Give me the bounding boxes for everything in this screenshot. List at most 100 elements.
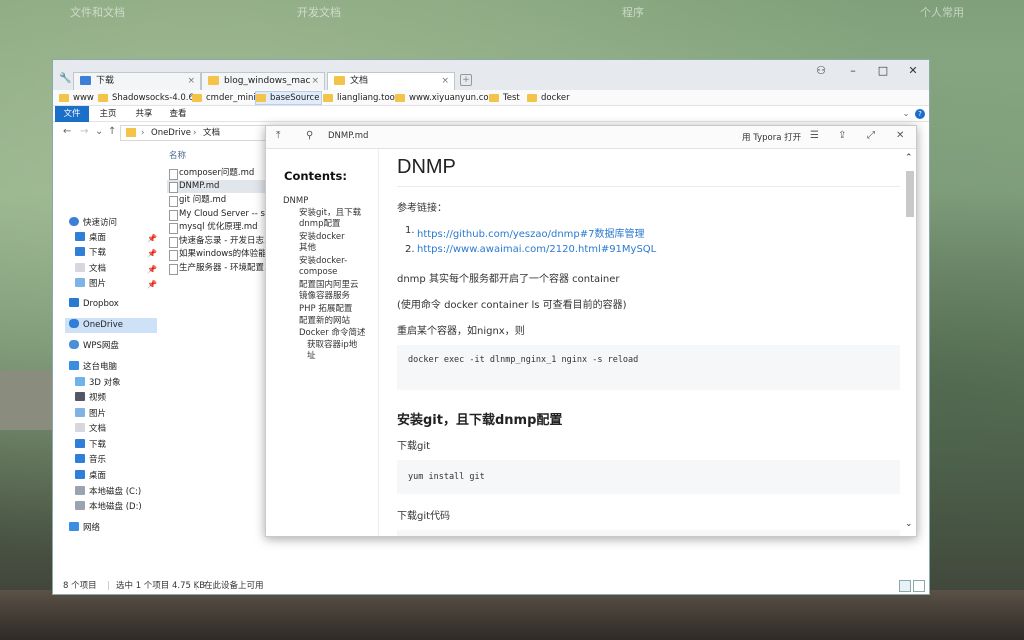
- folder-icon: [208, 76, 219, 85]
- nav-documents[interactable]: 文档 📌: [75, 262, 157, 277]
- nav-pictures-pc[interactable]: 图片: [75, 407, 106, 422]
- nav-music[interactable]: 音乐: [75, 453, 106, 468]
- bookmark-item[interactable]: docker: [527, 92, 570, 104]
- tiles-view-button[interactable]: [913, 580, 925, 592]
- code-block: docker exec -it dlnmp_nginx_1 nginx -s r…: [397, 345, 900, 390]
- new-tab-button[interactable]: +: [460, 74, 472, 86]
- pin-icon: 📌: [147, 234, 157, 243]
- ribbon-home[interactable]: 主页: [97, 106, 119, 122]
- chevron-down-icon[interactable]: ⌄: [905, 519, 913, 529]
- computer-icon: [69, 361, 79, 370]
- preview-filename: DNMP.md: [328, 131, 369, 141]
- bookmark-item[interactable]: liangliang.too: [323, 92, 395, 104]
- page-title: DNMP: [397, 156, 456, 178]
- toc-item[interactable]: DNMP: [283, 196, 363, 207]
- paragraph: 下载git: [397, 441, 431, 452]
- nav-onedrive[interactable]: OneDrive: [65, 318, 157, 333]
- column-name-header[interactable]: 名称: [169, 149, 186, 161]
- breadcrumb-docs[interactable]: 文档: [203, 126, 220, 140]
- breadcrumb-onedrive[interactable]: OneDrive: [151, 126, 191, 140]
- toc-item[interactable]: PHP 拓展配置: [299, 304, 379, 315]
- toc-item[interactable]: 安装git，且下载dnmp配置: [299, 208, 379, 230]
- forward-icon[interactable]: →: [80, 126, 88, 137]
- toc-item[interactable]: Docker 命令简述: [299, 328, 379, 339]
- folder-icon: [126, 128, 136, 137]
- expand-icon[interactable]: ⤢: [867, 130, 875, 141]
- open-with-typora-button[interactable]: 用 Typora 打开: [742, 131, 801, 143]
- list-icon[interactable]: ☰: [810, 130, 819, 141]
- chevron-down-icon[interactable]: ⌄: [901, 106, 911, 122]
- folder-icon: [59, 94, 69, 102]
- tab-downloads[interactable]: 下载 ×: [73, 72, 201, 90]
- scrollbar-thumb[interactable]: [906, 171, 914, 217]
- nav-dropbox[interactable]: Dropbox: [69, 297, 119, 312]
- back-icon[interactable]: ←: [63, 126, 71, 137]
- pin-icon[interactable]: ⚲: [306, 130, 313, 141]
- scrollbar[interactable]: ⌃ ⌄: [904, 149, 916, 536]
- drive-icon: [75, 501, 85, 510]
- address-bar[interactable]: › OneDrive › 文档: [120, 125, 280, 141]
- toc-item[interactable]: 安装docker-compose: [299, 256, 355, 278]
- maximize-button[interactable]: □: [869, 62, 897, 80]
- tab-docs[interactable]: 文档 ×: [327, 72, 455, 90]
- reference-link[interactable]: https://www.awaimai.com/2120.html#91MySQ…: [417, 244, 656, 255]
- close-icon[interactable]: ×: [187, 73, 195, 89]
- typora-preview-window: ⤒ ⚲ DNMP.md 用 Typora 打开 ☰ ⇪ ⤢ ✕ Contents…: [265, 125, 917, 537]
- toc-item[interactable]: 配置国内阿里云镜像容器服务: [299, 280, 365, 302]
- bookmark-item[interactable]: cmder_mini: [192, 92, 256, 104]
- user-icon[interactable]: ⚇: [807, 62, 835, 80]
- ribbon-view[interactable]: 查看: [167, 106, 189, 122]
- nav-desktop[interactable]: 桌面 📌: [75, 231, 157, 246]
- paragraph: dnmp 其实每个服务都开启了一个容器 container: [397, 274, 620, 285]
- nav-desktop-pc[interactable]: 桌面: [75, 469, 106, 484]
- nav-3d-objects[interactable]: 3D 对象: [75, 376, 121, 391]
- reference-link[interactable]: https://github.com/yeszao/dnmp#7数据库管理: [417, 225, 644, 240]
- pin-top-icon[interactable]: ⤒: [276, 130, 280, 141]
- bookmark-item[interactable]: Shadowsocks-4.0.6: [98, 92, 194, 104]
- toc-item[interactable]: 安装docker 其他: [299, 232, 351, 254]
- chevron-up-icon[interactable]: ⌃: [905, 153, 913, 163]
- code-block: yum install git: [397, 460, 900, 494]
- nav-this-pc[interactable]: 这台电脑: [69, 360, 117, 375]
- help-icon[interactable]: ?: [915, 109, 925, 119]
- nav-drive-c[interactable]: 本地磁盘 (C:): [75, 485, 141, 500]
- bookmark-item[interactable]: www.xiyuanyun.com: [395, 92, 497, 104]
- tab-blog[interactable]: blog_windows_mac ×: [201, 72, 325, 90]
- toc-item[interactable]: 配置新的网站: [299, 316, 379, 327]
- bookmark-item[interactable]: baseSource: [255, 91, 323, 105]
- picture-icon: [75, 408, 85, 417]
- desktop-label[interactable]: 文件和文档: [70, 4, 125, 20]
- wrench-icon[interactable]: 🔧: [59, 73, 71, 84]
- reference-label: 参考链接：: [397, 203, 447, 214]
- share-icon[interactable]: ⇪: [838, 130, 846, 141]
- desktop-label[interactable]: 个人常用: [920, 4, 964, 20]
- close-icon[interactable]: ✕: [896, 130, 904, 141]
- bookmark-item[interactable]: www: [59, 92, 94, 104]
- nav-drive-d[interactable]: 本地磁盘 (D:): [75, 500, 142, 515]
- nav-downloads-pc[interactable]: 下载: [75, 438, 106, 453]
- download-icon: [75, 439, 85, 448]
- chevron-down-icon[interactable]: ⌄: [95, 126, 103, 137]
- availability-status: 在此设备上可用: [204, 581, 264, 591]
- selection-info: 选中 1 个项目 4.75 KB: [116, 581, 206, 591]
- nav-network[interactable]: 网络: [69, 521, 100, 536]
- folder-icon: [192, 94, 202, 102]
- close-button[interactable]: ✕: [899, 62, 927, 80]
- nav-documents-pc[interactable]: 文档: [75, 422, 106, 437]
- bookmark-item[interactable]: Test: [489, 92, 520, 104]
- close-icon[interactable]: ×: [441, 73, 449, 89]
- nav-pictures[interactable]: 图片 📌: [75, 277, 157, 292]
- nav-downloads[interactable]: 下载 📌: [75, 246, 157, 261]
- desktop-label[interactable]: 程序: [622, 4, 644, 20]
- details-view-button[interactable]: [899, 580, 911, 592]
- nav-wps[interactable]: WPS网盘: [69, 339, 119, 354]
- nav-videos[interactable]: 视频: [75, 391, 106, 406]
- ribbon-share[interactable]: 共享: [133, 106, 155, 122]
- minimize-button[interactable]: –: [839, 62, 867, 80]
- toc-item[interactable]: 获取容器ip地址: [307, 340, 361, 362]
- desktop-label[interactable]: 开发文档: [297, 4, 341, 20]
- close-icon[interactable]: ×: [311, 73, 319, 89]
- ribbon-file[interactable]: 文件: [55, 106, 89, 122]
- up-icon[interactable]: ↑: [108, 126, 116, 137]
- nav-quick-access[interactable]: 快速访问: [69, 216, 117, 231]
